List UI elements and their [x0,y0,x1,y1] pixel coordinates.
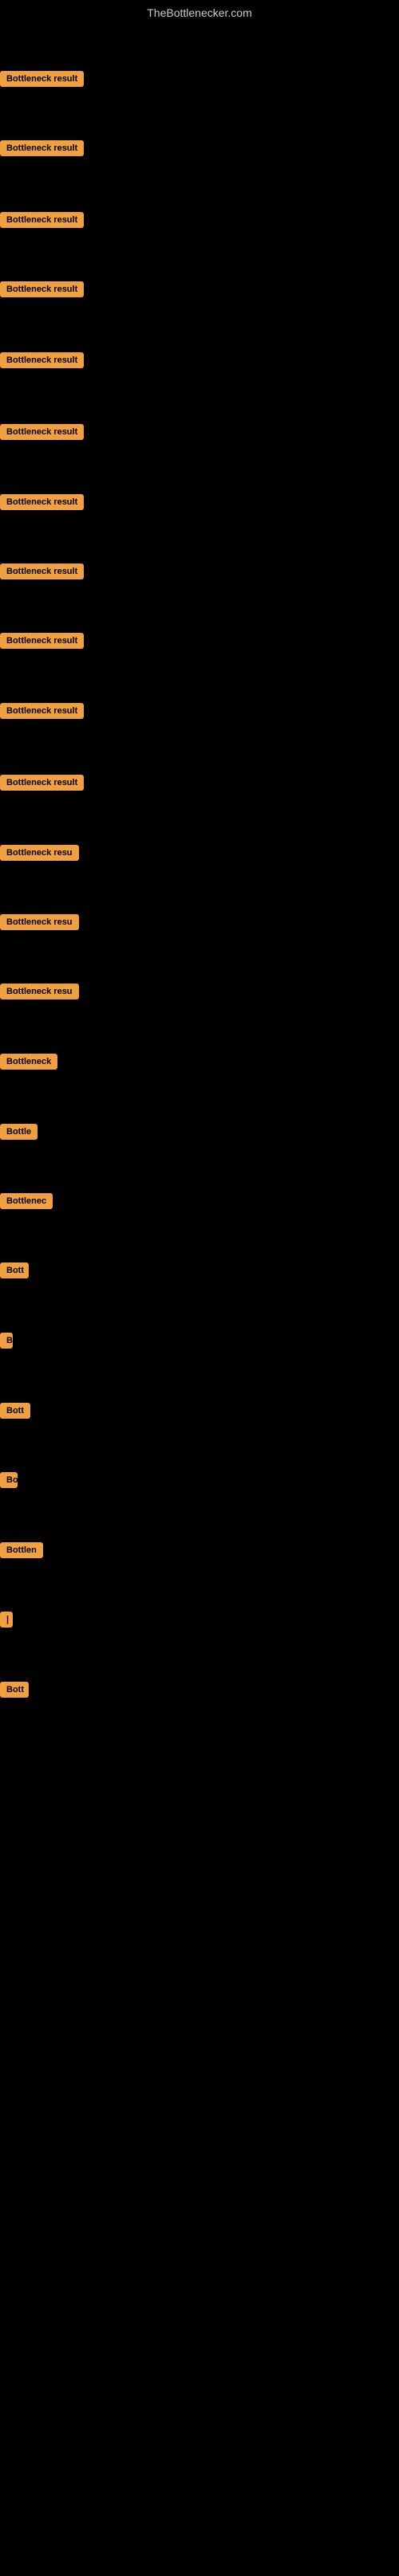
bottleneck-badge-18: Bott [0,1262,29,1282]
bottleneck-badge-text-13: Bottleneck resu [0,914,79,930]
bottleneck-badge-15: Bottleneck [0,1054,57,1074]
bottleneck-badge-text-18: Bott [0,1262,29,1278]
bottleneck-badge-4: Bottleneck result [0,281,84,301]
bottleneck-badge-text-12: Bottleneck resu [0,845,79,861]
bottleneck-badge-24: Bott [0,1682,29,1702]
bottleneck-badge-text-7: Bottleneck result [0,494,84,510]
bottleneck-badge-11: Bottleneck result [0,775,84,795]
bottleneck-badge-text-6: Bottleneck result [0,424,84,440]
bottleneck-badge-text-10: Bottleneck result [0,703,84,719]
bottleneck-badge-text-4: Bottleneck result [0,281,84,297]
bottleneck-badge-text-22: Bottlen [0,1542,43,1558]
bottleneck-badge-22: Bottlen [0,1542,43,1562]
bottleneck-badge-text-21: Bo [0,1472,18,1488]
bottleneck-badge-text-9: Bottleneck result [0,633,84,649]
bottleneck-badge-6: Bottleneck result [0,424,84,444]
bottleneck-badge-text-8: Bottleneck result [0,564,84,579]
bottleneck-badge-text-16: Bottle [0,1124,38,1140]
bottleneck-badge-20: Bott [0,1403,30,1423]
bottleneck-badge-14: Bottleneck resu [0,984,79,1003]
bottleneck-badge-text-23: | [0,1612,13,1628]
bottleneck-badge-1: Bottleneck result [0,71,84,91]
site-title: TheBottlenecker.com [0,0,399,26]
bottleneck-badge-19: B [0,1333,13,1353]
bottleneck-badge-7: Bottleneck result [0,494,84,514]
bottleneck-badge-text-15: Bottleneck [0,1054,57,1070]
bottleneck-badge-9: Bottleneck result [0,633,84,653]
bottleneck-badge-5: Bottleneck result [0,352,84,372]
bottleneck-badge-text-17: Bottlenec [0,1193,53,1209]
bottleneck-badge-text-20: Bott [0,1403,30,1419]
bottleneck-badge-13: Bottleneck resu [0,914,79,934]
bottleneck-badge-21: Bo [0,1472,18,1492]
bottleneck-badge-text-5: Bottleneck result [0,352,84,368]
bottleneck-badge-3: Bottleneck result [0,212,84,232]
bottleneck-badge-23: | [0,1612,13,1632]
bottleneck-badge-text-1: Bottleneck result [0,71,84,87]
bottleneck-badge-12: Bottleneck resu [0,845,79,865]
bottleneck-badge-text-24: Bott [0,1682,29,1698]
bottleneck-badge-2: Bottleneck result [0,140,84,160]
bottleneck-badge-10: Bottleneck result [0,703,84,723]
bottleneck-badge-text-11: Bottleneck result [0,775,84,791]
bottleneck-badge-16: Bottle [0,1124,38,1144]
bottleneck-badge-8: Bottleneck result [0,564,84,583]
bottleneck-badge-text-14: Bottleneck resu [0,984,79,999]
bottleneck-badge-text-3: Bottleneck result [0,212,84,228]
bottleneck-badge-17: Bottlenec [0,1193,53,1213]
bottleneck-badge-text-2: Bottleneck result [0,140,84,156]
bottleneck-badge-text-19: B [0,1333,13,1349]
